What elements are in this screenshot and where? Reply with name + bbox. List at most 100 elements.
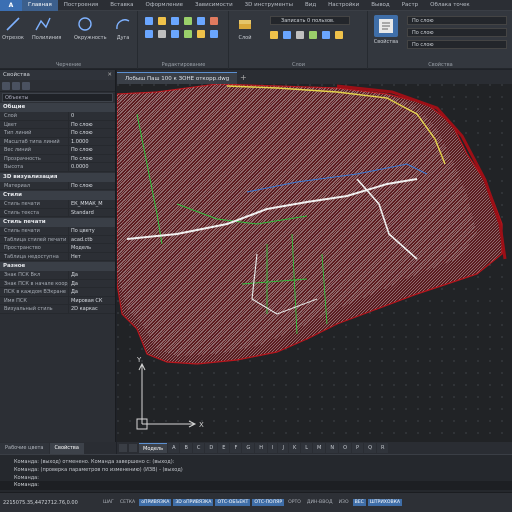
document-tab[interactable]: Лобыш Паш 100 к ЗОНЕ откорр.dwg xyxy=(117,72,238,84)
property-value[interactable]: Нет xyxy=(68,252,115,260)
next-layout-button[interactable] xyxy=(129,444,137,452)
status-toggle[interactable]: ШТРИХОВКА xyxy=(367,499,403,506)
tab-layout[interactable]: E xyxy=(218,443,230,453)
move-icon[interactable] xyxy=(145,17,153,25)
property-row[interactable]: Стиль печати ЕК_ММАК_М xyxy=(0,200,115,209)
property-value[interactable]: По слою xyxy=(68,181,115,189)
property-row[interactable]: Стиль текста Standard xyxy=(0,208,115,217)
status-toggle[interactable]: 3D оПРИВЯЗКА xyxy=(173,499,214,506)
tab-layout[interactable]: H xyxy=(255,443,267,453)
property-row[interactable]: Вес линий По слою xyxy=(0,146,115,155)
line-tool-button[interactable]: Отрезок xyxy=(2,15,24,41)
mirror-icon[interactable] xyxy=(197,17,205,25)
layer-dropdown[interactable]: Записать 0 пользов. xyxy=(270,16,350,25)
select-objects-icon[interactable] xyxy=(2,81,10,90)
property-value[interactable]: По слою xyxy=(68,129,115,137)
prev-layout-button[interactable] xyxy=(119,444,127,452)
fillet-icon[interactable] xyxy=(210,17,218,25)
erase-icon[interactable] xyxy=(210,30,218,38)
selection-dropdown[interactable]: Объекты xyxy=(2,93,113,102)
tab-layout[interactable]: F xyxy=(230,443,242,453)
property-row[interactable]: Стиль печати По цвету xyxy=(0,227,115,236)
layer-isolate-icon[interactable] xyxy=(335,31,343,39)
toggle-pickadd-icon[interactable] xyxy=(22,81,30,90)
property-row[interactable]: Знак ПСК Вкл Да xyxy=(0,271,115,280)
property-row[interactable]: Визуальный стиль 2D каркас xyxy=(0,305,115,314)
scale-icon[interactable] xyxy=(158,30,166,38)
ribbon-tab[interactable]: Вид xyxy=(299,0,322,11)
tab-layout[interactable]: L xyxy=(301,443,313,453)
property-row[interactable]: Тип линий По слою xyxy=(0,129,115,138)
property-row[interactable]: Знак ПСК в начале коорд. Да xyxy=(0,279,115,288)
close-icon[interactable]: ✕ xyxy=(107,70,115,80)
property-value[interactable]: Да xyxy=(68,279,115,287)
property-value[interactable]: 1.0000 xyxy=(68,137,115,145)
status-toggle[interactable]: оПРИВЯЗКА xyxy=(139,499,172,506)
tab-model[interactable]: Модель xyxy=(139,443,168,453)
circle-tool-button[interactable]: Окружность xyxy=(74,15,107,41)
lineweight-dropdown[interactable]: По слою xyxy=(407,40,507,49)
color-dropdown[interactable]: По слою xyxy=(407,16,507,25)
tab-properties[interactable]: Свойства xyxy=(49,443,84,454)
rotate-icon[interactable] xyxy=(158,17,166,25)
ribbon-tab[interactable]: Настройки xyxy=(322,0,365,11)
tab-layout[interactable]: J xyxy=(278,443,288,453)
tab-layout[interactable]: N xyxy=(326,443,339,453)
layer-match-icon[interactable] xyxy=(309,31,317,39)
polyline-tool-button[interactable]: Полилиния xyxy=(32,15,61,41)
drawing-canvas[interactable]: Y X xyxy=(117,84,512,442)
property-value[interactable]: По цвету xyxy=(68,227,115,235)
ribbon-tab[interactable]: Оформление xyxy=(140,0,190,11)
property-row[interactable]: Материал По слою xyxy=(0,181,115,190)
property-value[interactable]: Да xyxy=(68,271,115,279)
tab-layout[interactable]: B xyxy=(180,443,192,453)
ribbon-tab[interactable]: Вывод xyxy=(365,0,396,11)
layer-lock-icon[interactable] xyxy=(296,31,304,39)
tab-layout[interactable]: R xyxy=(377,443,389,453)
properties-button[interactable]: Свойства xyxy=(371,15,401,45)
property-row[interactable]: Слой 0 xyxy=(0,112,115,121)
ribbon-tab[interactable]: Зависимости xyxy=(189,0,239,11)
ribbon-tab[interactable]: 3D инструменты xyxy=(239,0,299,11)
array-icon[interactable] xyxy=(171,30,179,38)
property-row[interactable]: Высота 0.0000 xyxy=(0,163,115,172)
layer-on-icon[interactable] xyxy=(270,31,278,39)
tab-layout[interactable]: M xyxy=(313,443,326,453)
property-value[interactable]: 0 xyxy=(68,112,115,120)
ribbon-tab[interactable]: Построения xyxy=(58,0,104,11)
ribbon-tab[interactable]: Главная xyxy=(22,0,58,11)
property-value[interactable]: acad.ctb xyxy=(68,235,115,243)
arc-tool-button[interactable]: Дуга xyxy=(112,15,134,41)
tab-layer-colors[interactable]: Рабочие цвета xyxy=(0,443,49,454)
property-row[interactable]: Таблица недоступна Нет xyxy=(0,252,115,261)
property-value[interactable]: Да xyxy=(68,288,115,296)
property-section-header[interactable]: Общие xyxy=(0,103,115,112)
new-document-button[interactable]: + xyxy=(237,72,249,84)
tab-layout[interactable]: I xyxy=(267,443,278,453)
tab-layout[interactable]: C xyxy=(192,443,205,453)
property-section-header[interactable]: 3D визуализация xyxy=(0,172,115,182)
property-row[interactable]: Таблица стилей печати acad.ctb xyxy=(0,235,115,244)
property-row[interactable]: Пространство Модель xyxy=(0,244,115,253)
layer-freeze-icon[interactable] xyxy=(283,31,291,39)
status-toggle[interactable]: ОТС-ПОЛЯР xyxy=(252,499,285,506)
stretch-icon[interactable] xyxy=(145,30,153,38)
status-toggle[interactable]: СЕТКА xyxy=(118,499,137,506)
tab-layout[interactable]: P xyxy=(352,443,364,453)
app-logo[interactable]: A xyxy=(0,0,22,11)
tab-layout[interactable]: A xyxy=(168,443,180,453)
ribbon-tab[interactable]: Растр xyxy=(396,0,424,11)
status-toggle[interactable]: ДИН-ВВОД xyxy=(305,499,335,506)
ribbon-tab[interactable]: Облака точек xyxy=(424,0,476,11)
property-section-header[interactable]: Стиль печати xyxy=(0,218,115,227)
linetype-dropdown[interactable]: По слою xyxy=(407,28,507,37)
property-row[interactable]: Цвет По слою xyxy=(0,120,115,129)
status-toggle[interactable]: ОТС-ОБЪЕКТ xyxy=(215,499,251,506)
copy-icon[interactable] xyxy=(184,17,192,25)
property-value[interactable]: По слою xyxy=(68,154,115,162)
property-section-header[interactable]: Разное xyxy=(0,262,115,271)
property-value[interactable]: По слою xyxy=(68,146,115,154)
property-value[interactable]: Мировая СК xyxy=(68,296,115,304)
property-value[interactable]: По слою xyxy=(68,120,115,128)
property-row[interactable]: Имя ПСК Мировая СК xyxy=(0,296,115,305)
